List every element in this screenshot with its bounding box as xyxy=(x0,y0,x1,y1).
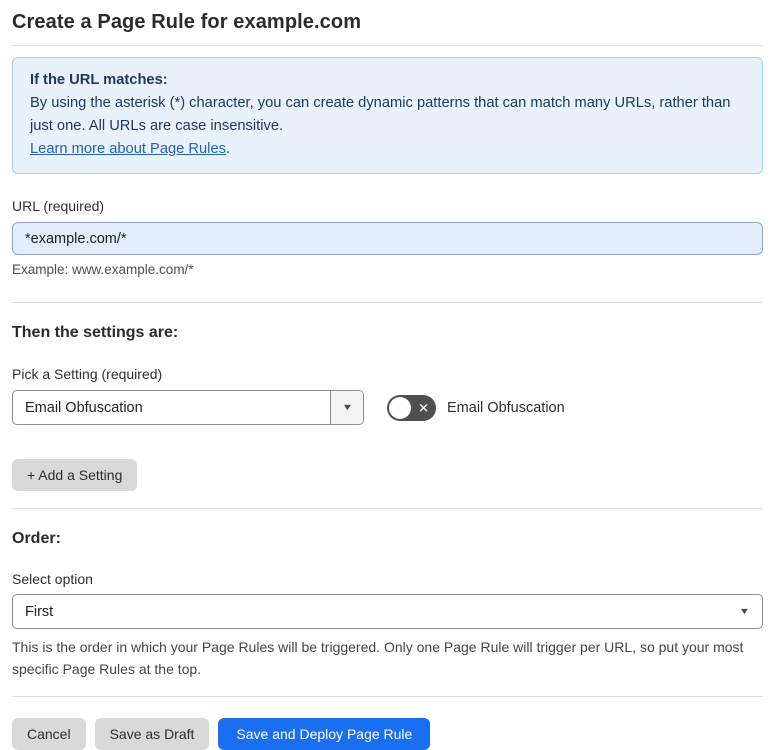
info-box-body: By using the asterisk (*) character, you… xyxy=(30,95,731,134)
toggle-knob xyxy=(389,396,411,419)
info-box-heading: If the URL matches: xyxy=(30,72,168,88)
order-select[interactable]: First ▼ xyxy=(12,594,763,629)
url-input[interactable] xyxy=(12,222,763,255)
toggle-label: Email Obfuscation xyxy=(447,399,565,416)
toggle-off-icon: ✕ xyxy=(418,399,429,415)
url-match-info-box: If the URL matches: By using the asteris… xyxy=(12,57,763,174)
create-page-rule-form: Create a Page Rule for example.com If th… xyxy=(0,0,775,750)
section-divider xyxy=(12,508,763,509)
pick-setting-label: Pick a Setting (required) xyxy=(12,366,163,382)
chevron-down-icon: ▼ xyxy=(341,402,353,412)
header-divider xyxy=(12,45,763,46)
url-label: URL (required) xyxy=(12,198,105,214)
save-and-deploy-button[interactable]: Save and Deploy Page Rule xyxy=(218,718,431,750)
setting-select-arrow-button[interactable]: ▼ xyxy=(330,391,363,424)
save-as-draft-button[interactable]: Save as Draft xyxy=(94,718,210,750)
order-section-heading: Order: xyxy=(12,530,61,547)
setting-row: Email Obfuscation ▼ ✕ Email Obfuscation xyxy=(12,390,763,425)
page-title: Create a Page Rule for example.com xyxy=(12,11,362,33)
settings-section-heading: Then the settings are: xyxy=(12,324,179,341)
order-select-arrow: ▼ xyxy=(738,595,762,628)
learn-more-link[interactable]: Learn more about Page Rules xyxy=(30,141,226,157)
chevron-down-icon: ▼ xyxy=(738,606,751,616)
footer-actions: Cancel Save as Draft Save and Deploy Pag… xyxy=(12,718,763,750)
add-setting-button[interactable]: + Add a Setting xyxy=(12,459,138,491)
link-period: . xyxy=(225,141,231,157)
order-select-value: First xyxy=(25,603,54,620)
footer-divider xyxy=(12,696,763,697)
section-divider xyxy=(12,302,763,303)
setting-select[interactable]: Email Obfuscation ▼ xyxy=(12,390,364,425)
order-select-label: Select option xyxy=(12,571,93,587)
order-help-text: This is the order in which your Page Rul… xyxy=(12,639,744,677)
email-obfuscation-toggle[interactable]: ✕ xyxy=(387,394,436,421)
setting-select-value: Email Obfuscation xyxy=(25,399,143,416)
url-example-text: Example: www.example.com/* xyxy=(12,262,194,277)
info-box-link-row: Learn more about Page Rules. xyxy=(30,138,745,161)
cancel-button[interactable]: Cancel xyxy=(12,718,86,750)
